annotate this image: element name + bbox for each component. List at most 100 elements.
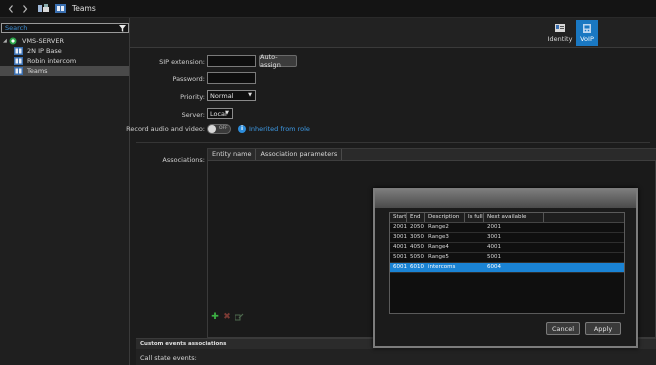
intercom-icon bbox=[14, 47, 23, 55]
dialog-title-bar[interactable] bbox=[375, 190, 636, 208]
back-button[interactable] bbox=[6, 2, 16, 16]
server-icon bbox=[9, 37, 18, 45]
record-audio-video-label: Record audio and video: bbox=[126, 125, 205, 133]
chevron-right-icon bbox=[23, 4, 28, 13]
cell-start: 3001 bbox=[393, 234, 407, 240]
table-row[interactable]: 4001 4050 Range4 4001 bbox=[390, 243, 624, 253]
tree-item-vms-server[interactable]: ◢ VMS-SERVER bbox=[0, 36, 129, 46]
intercom-icon bbox=[14, 57, 23, 65]
priority-label: Priority: bbox=[180, 93, 205, 101]
record-toggle[interactable]: OFF bbox=[207, 124, 231, 134]
associations-header: Entity name Association parameters bbox=[208, 149, 656, 161]
range-table-header: Start End Description Is full Next avail… bbox=[390, 213, 624, 223]
cell-start: 6001 bbox=[393, 264, 407, 270]
server-label: Server: bbox=[181, 111, 205, 119]
column-header[interactable]: Description bbox=[425, 213, 465, 222]
toggle-state: OFF bbox=[219, 126, 228, 131]
range-table[interactable]: Start End Description Is full Next avail… bbox=[389, 212, 625, 314]
column-header[interactable]: Next available bbox=[484, 213, 544, 222]
auto-assign-button[interactable]: Auto-assign bbox=[259, 53, 297, 69]
delete-icon[interactable]: ✖ bbox=[222, 312, 232, 322]
cell-end: 6010 bbox=[410, 264, 424, 270]
toggle-knob bbox=[208, 125, 216, 133]
column-header[interactable]: Start bbox=[390, 213, 407, 222]
tree-item-label: 2N IP Base bbox=[27, 47, 62, 55]
tab-label: Identity bbox=[547, 34, 573, 43]
divider bbox=[136, 142, 650, 143]
cell-is-full bbox=[465, 233, 484, 242]
cell-end: 3050 bbox=[410, 234, 424, 240]
cancel-button[interactable]: Cancel bbox=[546, 322, 580, 335]
table-row-selected[interactable]: 6001 6010 intercoms 6004 bbox=[390, 263, 624, 273]
cell-next-available: 3001 bbox=[487, 234, 501, 240]
sidebar: Search ◢ VMS-SERVER 2N IP Base Robin int… bbox=[0, 18, 130, 365]
password-field[interactable] bbox=[207, 72, 256, 84]
edit-icon[interactable] bbox=[234, 312, 244, 322]
tab-label: VoIP bbox=[580, 34, 594, 43]
chevron-left-icon bbox=[8, 4, 13, 13]
cell-start: 4001 bbox=[393, 244, 407, 250]
cell-next-available: 2001 bbox=[487, 224, 501, 230]
chevron-down-icon: ▼ bbox=[225, 110, 229, 116]
page-title: Teams bbox=[72, 4, 96, 13]
cell-description: Range2 bbox=[428, 224, 449, 230]
add-icon[interactable]: ✚ bbox=[210, 312, 220, 322]
entity-tree: ◢ VMS-SERVER 2N IP Base Robin intercom T… bbox=[0, 36, 129, 76]
cell-start: 5001 bbox=[393, 254, 407, 260]
identity-icon bbox=[555, 24, 565, 33]
tab-voip[interactable]: VoIP bbox=[576, 20, 598, 46]
team-icon bbox=[55, 4, 66, 13]
cell-start: 2001 bbox=[393, 224, 407, 230]
tab-identity[interactable]: Identity bbox=[546, 20, 574, 46]
tree-item-label: VMS-SERVER bbox=[22, 37, 64, 45]
cell-description: intercoms bbox=[428, 264, 456, 270]
chevron-down-icon: ▼ bbox=[248, 92, 252, 98]
table-row[interactable]: 5001 5050 Range5 5001 bbox=[390, 253, 624, 263]
search-placeholder: Search bbox=[5, 24, 28, 32]
filter-icon[interactable] bbox=[119, 25, 126, 32]
top-bar: Teams bbox=[0, 0, 656, 18]
associations-toolbar: ✚ ✖ bbox=[210, 312, 246, 322]
call-state-events-label: Call state events: bbox=[140, 354, 197, 362]
cell-is-full bbox=[465, 253, 484, 262]
extension-range-dialog: Start End Description Is full Next avail… bbox=[373, 188, 638, 348]
forward-button[interactable] bbox=[20, 2, 30, 16]
inherited-from-role-link[interactable]: Inherited from role bbox=[249, 125, 310, 133]
tab-bar: Identity VoIP bbox=[130, 18, 656, 48]
priority-dropdown[interactable]: Normal ▼ bbox=[207, 90, 256, 101]
cell-description: Range3 bbox=[428, 234, 449, 240]
cell-next-available: 4001 bbox=[487, 244, 501, 250]
tree-item-label: Teams bbox=[27, 67, 48, 75]
tree-item-robin-intercom[interactable]: Robin intercom bbox=[0, 56, 129, 66]
cell-end: 2050 bbox=[410, 224, 424, 230]
cell-next-available: 5001 bbox=[487, 254, 501, 260]
sip-extension-label: SIP extension: bbox=[159, 58, 205, 66]
cell-end: 4050 bbox=[410, 244, 424, 250]
column-header[interactable]: Entity name bbox=[208, 149, 257, 160]
server-dropdown[interactable]: Local ▼ bbox=[207, 108, 233, 119]
cell-is-full bbox=[465, 263, 484, 272]
table-row[interactable]: 2001 2050 Range2 2001 bbox=[390, 223, 624, 233]
config-tool-icon[interactable] bbox=[38, 4, 49, 13]
voip-icon bbox=[582, 23, 592, 33]
apply-button[interactable]: Apply bbox=[585, 322, 621, 335]
team-icon bbox=[14, 67, 23, 75]
cell-is-full bbox=[465, 223, 484, 232]
info-icon: i bbox=[238, 125, 246, 133]
column-header[interactable]: End bbox=[407, 213, 425, 222]
cell-next-available: 6004 bbox=[487, 264, 501, 270]
tree-item-2n-ip-base[interactable]: 2N IP Base bbox=[0, 46, 129, 56]
tree-item-label: Robin intercom bbox=[27, 57, 77, 65]
cell-is-full bbox=[465, 243, 484, 252]
sip-extension-field[interactable] bbox=[207, 55, 256, 67]
tree-item-teams[interactable]: Teams bbox=[0, 66, 129, 76]
column-header[interactable]: Is full bbox=[465, 213, 484, 222]
column-header[interactable]: Association parameters bbox=[256, 149, 343, 160]
cell-description: Range5 bbox=[428, 254, 449, 260]
cell-end: 5050 bbox=[410, 254, 424, 260]
priority-value: Normal bbox=[210, 91, 234, 100]
table-row[interactable]: 3001 3050 Range3 3001 bbox=[390, 233, 624, 243]
associations-label: Associations: bbox=[162, 156, 205, 164]
cell-description: Range4 bbox=[428, 244, 449, 250]
search-input[interactable]: Search bbox=[1, 23, 129, 33]
